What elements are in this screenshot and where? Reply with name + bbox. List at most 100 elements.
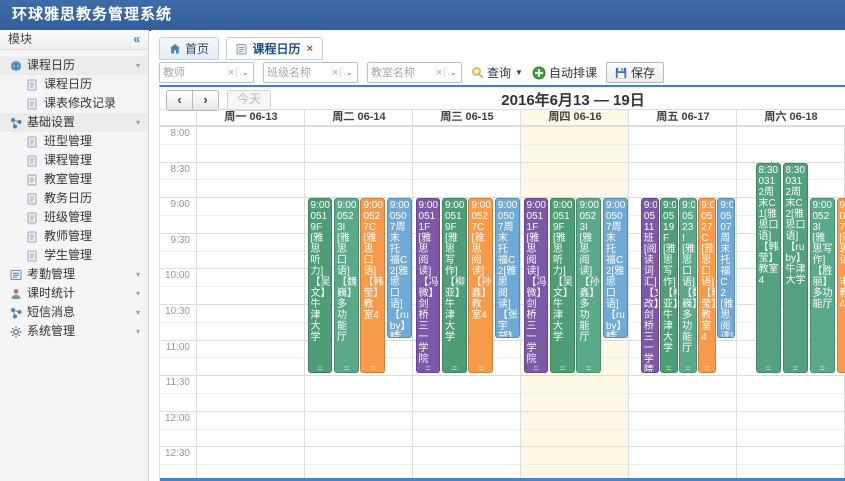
event-block[interactable]: 9:00 - 11:000507周末托福C2[雅思口语]【ruby】精品2= [603, 198, 628, 337]
class-name-filter-input[interactable] [264, 67, 330, 79]
event-resize-handle[interactable]: = [443, 364, 466, 372]
sidebar-item-course-calendar[interactable]: 课程日历 [0, 75, 148, 94]
person-icon [10, 288, 22, 300]
clear-icon[interactable]: × [330, 67, 340, 79]
sidebar-item-class-mgmt[interactable]: 班级管理 [0, 208, 148, 227]
event-resize-handle[interactable]: = [335, 364, 358, 372]
event-resize-handle[interactable]: = [661, 364, 677, 372]
calendar-doc-icon [236, 43, 248, 55]
day-header-4: 周五 06-17 [628, 110, 737, 125]
prev-week-button[interactable]: ‹ [166, 90, 193, 111]
event-resize-handle[interactable]: = [496, 329, 519, 337]
event-resize-handle[interactable]: = [309, 364, 332, 372]
sidebar-item-timetable-change-log[interactable]: 课表修改记录 [0, 94, 148, 113]
event-title: 0511F[雅思阅读]【冯微】剑桥三一学院 [527, 211, 547, 365]
event-block[interactable]: 9:00 - 11:300527C[雅思口语]【韩莹】教室4= [360, 198, 385, 373]
event-time: 9:00 - 11:30 [682, 200, 695, 211]
query-button[interactable]: 查询 ▼ [471, 64, 523, 81]
event-resize-handle[interactable]: = [718, 329, 734, 337]
sidebar-item-sms-message[interactable]: 短信消息▾ [0, 303, 148, 322]
sidebar-item-course-calendar-group[interactable]: 课程日历▾ [0, 56, 148, 75]
event-resize-handle[interactable]: = [525, 364, 548, 372]
event-title: 0507周末托福C2[雅思阅读]【张宇苗】精品2 [720, 211, 733, 337]
event-block[interactable]: 9:00 - 11:300527C[雅思阅读]【孙鑫】教室4= [468, 198, 493, 373]
tab-home-label: 首页 [185, 40, 209, 57]
classroom-filter-combo: × ⌄ [367, 62, 462, 83]
event-resize-handle[interactable]: = [361, 364, 384, 372]
save-button[interactable]: 保存 [606, 62, 664, 83]
doc-icon [27, 231, 39, 243]
event-time: 8:30 - 11:30 [759, 165, 780, 176]
today-button[interactable]: 今天 [227, 90, 271, 111]
event-block[interactable]: 9:00 - 11:300511F[雅思阅读]【冯微】剑桥三一学院= [416, 198, 441, 373]
class-name-filter-combo: × ⌄ [263, 62, 358, 83]
calendar-grid[interactable]: 8:008:309:009:3010:0010:3011:0011:3012:0… [160, 126, 845, 479]
collapse-sidebar-icon[interactable]: « [133, 30, 140, 49]
sidebar-item-teacher-mgmt[interactable]: 教师管理 [0, 227, 148, 246]
event-block[interactable]: 9:00 - 11:300519F[雅思写作]【柳亚】牛津大学= [660, 198, 678, 373]
event-block[interactable]: 9:00 - 11:300523I[雅思口语]【魏巍】多功能厅= [334, 198, 359, 373]
sidebar-item-system-mgmt[interactable]: 系统管理▾ [0, 322, 148, 341]
chevron-down-icon[interactable]: ⌄ [236, 67, 253, 78]
teacher-filter-input[interactable] [160, 67, 226, 79]
event-block[interactable]: 9:00 - 11:300527C[雅思口语]【韩莹】教室4= [698, 198, 716, 373]
classroom-filter-input[interactable] [368, 67, 434, 79]
event-resize-handle[interactable]: = [699, 364, 715, 372]
doc-icon [27, 193, 39, 205]
event-resize-handle[interactable]: = [784, 364, 808, 372]
event-resize-handle[interactable]: = [388, 329, 411, 337]
clear-icon[interactable]: × [226, 67, 236, 79]
event-time: 9:00 - 11:30 [701, 200, 714, 211]
event-resize-handle[interactable]: = [469, 364, 492, 372]
sidebar-item-student-mgmt[interactable]: 学生管理 [0, 246, 148, 265]
event-block[interactable]: 9:00 - 11:000507周末托福C2[雅思阅读]【张宇苗】精品2= [717, 198, 735, 337]
app-title: 环球雅思教务管理系统 [0, 0, 845, 30]
event-block[interactable]: 9:00 - 11:300519F[雅思听力]【吴文】牛津大学= [308, 198, 333, 373]
event-block[interactable]: 9:00 - 11:000507周末托福C2[雅思阅读]【张宇苗】精品2= [495, 198, 520, 337]
event-block[interactable]: 9:00 - 11:300511班[阅读词汇]【文改】剑桥三一学院= [641, 198, 659, 373]
doc-icon [27, 136, 39, 148]
event-resize-handle[interactable]: = [757, 364, 781, 372]
event-block[interactable]: 9:00 - 11:300519F[雅思写作]【柳亚】牛津大学= [442, 198, 467, 373]
event-time: 8:30 - 11:30 [786, 165, 807, 176]
event-block[interactable]: 9:00 - 11:300523I[雅思阅读]【孙鑫】多功能厅= [576, 198, 601, 373]
clear-icon[interactable]: × [434, 67, 444, 79]
event-resize-handle[interactable]: = [811, 364, 835, 372]
event-resize-handle[interactable]: = [838, 364, 845, 372]
sidebar-item-edu-calendar[interactable]: 教务日历 [0, 189, 148, 208]
event-block[interactable]: 8:30 - 11:300312周末C2[雅思口语]【ruby】牛津大学= [783, 163, 809, 374]
sidebar-item-basic-settings-group[interactable]: 基础设置▾ [0, 113, 148, 132]
event-block[interactable]: 9:00 - 11:000507周末托福C2[雅思口语]【ruby】精品2= [387, 198, 412, 337]
event-block[interactable]: 8:30 - 11:300312周末C1[雅思口语]【韩莹】教室4= [756, 163, 782, 374]
event-time: 9:00 - 11:30 [471, 200, 491, 211]
close-tab-icon[interactable]: × [306, 43, 312, 55]
event-block[interactable]: 9:00 - 11:300511F[雅思阅读]【冯微】剑桥三一学院= [524, 198, 549, 373]
sidebar-item-label: 课表修改记录 [44, 94, 116, 113]
sidebar-item-course-mgmt[interactable]: 课程管理 [0, 151, 148, 170]
sidebar-item-class-type-mgmt[interactable]: 班型管理 [0, 132, 148, 151]
event-block[interactable]: 9:00 - 11:300523I[雅思口语]【魏巍】多功能厅= [679, 198, 697, 373]
event-resize-handle[interactable]: = [577, 364, 600, 372]
auto-schedule-button[interactable]: 自动排课 [532, 64, 597, 81]
calendar-nav: ‹ › 今天 2016年6月13 — 19日 [160, 87, 845, 109]
tab-home[interactable]: 首页 [159, 37, 219, 60]
tab-course-calendar[interactable]: 课程日历 × [226, 37, 322, 60]
event-block[interactable]: 9:00 - 11:300519F[雅思听力]【吴文】牛津大学= [550, 198, 575, 373]
sidebar-item-label: 基础设置 [27, 113, 75, 132]
event-resize-handle[interactable]: = [551, 364, 574, 372]
chevron-down-icon[interactable]: ⌄ [340, 67, 357, 78]
event-block[interactable]: 9:00 - 11:300523I[雅思写作]【胜丽】多功能厅= [810, 198, 836, 373]
chevron-down-icon[interactable]: ⌄ [444, 67, 461, 78]
sidebar-item-classroom-mgmt[interactable]: 教室管理 [0, 170, 148, 189]
sidebar-item-attendance-mgmt[interactable]: 考勤管理▾ [0, 265, 148, 284]
next-week-button[interactable]: › [192, 90, 219, 111]
sidebar-item-hours-statistics[interactable]: 课时统计▾ [0, 284, 148, 303]
event-block[interactable]: 9:00 - 11:300527C[雅思阅读]【孙丰】教室4= [837, 198, 845, 373]
time-label: 12:00 [160, 413, 190, 424]
event-resize-handle[interactable]: = [642, 364, 658, 372]
event-resize-handle[interactable]: = [680, 364, 696, 372]
event-resize-handle[interactable]: = [604, 329, 627, 337]
event-resize-handle[interactable]: = [417, 364, 440, 372]
doc-icon [27, 98, 39, 110]
sidebar-item-label: 考勤管理 [27, 265, 75, 284]
